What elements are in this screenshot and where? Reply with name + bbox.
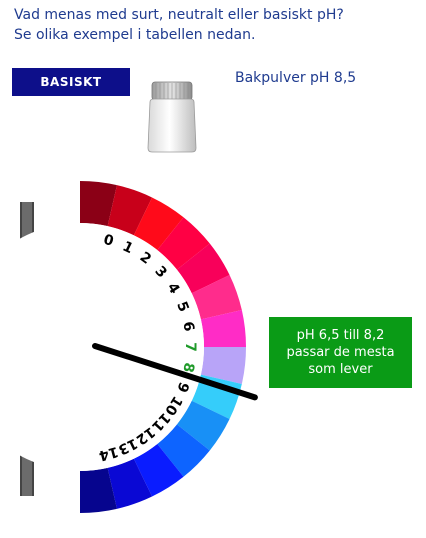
ph-dial: 0 1234567891011121314 bbox=[0, 181, 258, 513]
info-box: pH 6,5 till 8,2 passar de mesta som leve… bbox=[269, 317, 412, 388]
ph-scale-label: 7 bbox=[182, 342, 198, 352]
